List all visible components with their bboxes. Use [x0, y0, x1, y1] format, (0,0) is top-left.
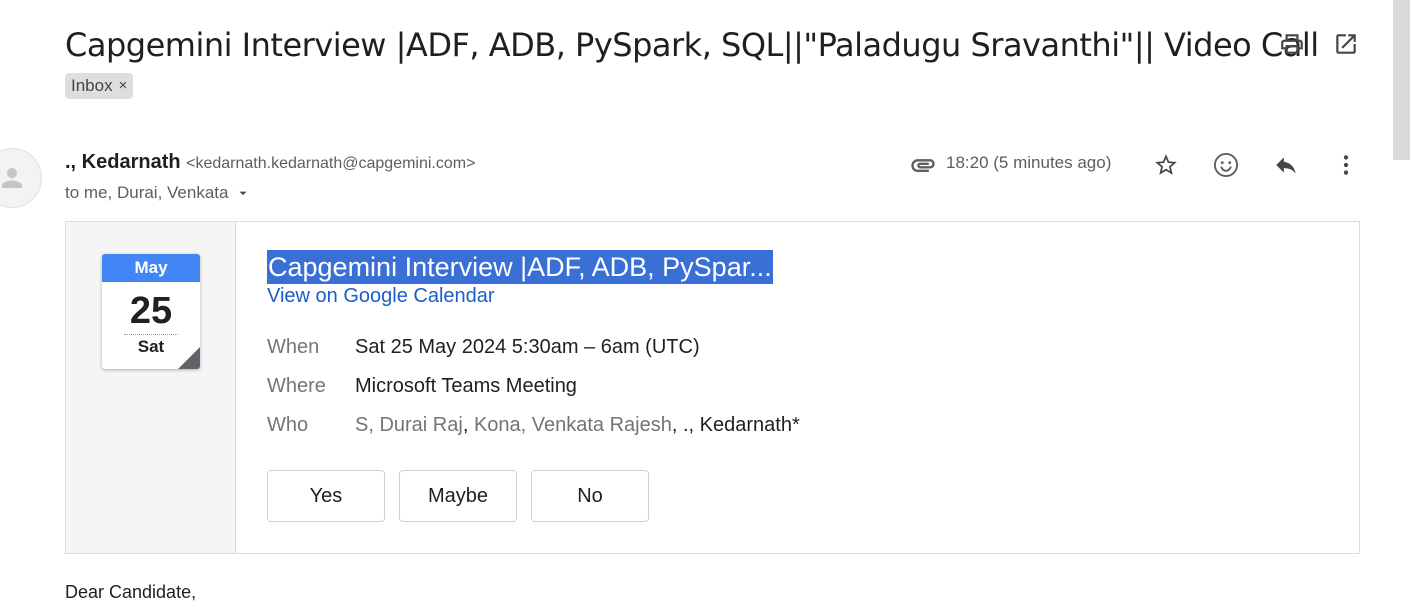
calendar-month: May — [102, 254, 200, 282]
calendar-day: 25 — [129, 290, 173, 332]
sender-name[interactable]: ., Kedarnath — [65, 151, 181, 173]
guest-separator: , — [671, 414, 683, 436]
organizer-name: ., Kedarnath* — [682, 414, 800, 436]
open-in-new-window-icon[interactable] — [1332, 30, 1360, 58]
event-when-row: When Sat 25 May 2024 5:30am – 6am (UTC) — [267, 336, 700, 359]
scrollbar-track[interactable] — [1410, 0, 1427, 613]
emoji-reaction-icon[interactable] — [1209, 148, 1243, 182]
email-subject: Capgemini Interview |ADF, ADB, PySpark, … — [65, 26, 1319, 64]
star-icon[interactable] — [1149, 148, 1183, 182]
gmail-email-view: Capgemini Interview |ADF, ADB, PySpark, … — [0, 0, 1427, 613]
paperclip-icon — [906, 148, 940, 182]
calendar-date-icon: May 25 Sat — [102, 254, 200, 369]
page-fold-corner — [178, 347, 200, 369]
rsvp-no-button[interactable]: No — [531, 470, 649, 522]
guest-name: S, Durai Raj — [355, 414, 463, 436]
label-chip-inbox[interactable]: Inbox × — [65, 73, 134, 99]
when-label: When — [267, 336, 320, 358]
where-label: Where — [267, 375, 326, 397]
sender-line: ., Kedarnath <kedarnath.kedarnath@capgem… — [65, 151, 475, 174]
sender-email: <kedarnath.kedarnath@capgemini.com> — [186, 155, 476, 172]
who-label: Who — [267, 414, 309, 436]
event-where-row: Where Microsoft Teams Meeting — [267, 375, 577, 398]
rsvp-yes-button[interactable]: Yes — [267, 470, 385, 522]
more-vert-icon[interactable] — [1329, 148, 1363, 182]
avatar[interactable] — [0, 148, 42, 208]
email-timestamp: 18:20 (5 minutes ago) — [946, 153, 1112, 172]
calendar-invite-card: May 25 Sat Capgemini Interview |ADF, ADB… — [65, 221, 1360, 554]
view-on-google-calendar-link[interactable]: View on Google Calendar — [267, 285, 495, 308]
scrollbar-thumb[interactable] — [1393, 0, 1410, 160]
print-icon[interactable] — [1278, 30, 1306, 58]
where-value: Microsoft Teams Meeting — [355, 375, 577, 397]
guest-name: Kona, Venkata Rajesh — [473, 414, 672, 436]
recipients-line: to me, Durai, Venkata — [65, 183, 250, 203]
label-chip-text: Inbox — [71, 76, 113, 95]
guest-separator: , — [462, 414, 474, 436]
event-title: Capgemini Interview |ADF, ADB, PySpar... — [267, 250, 773, 284]
when-value: Sat 25 May 2024 5:30am – 6am (UTC) — [355, 336, 700, 358]
person-icon — [2, 168, 22, 188]
reply-icon[interactable] — [1269, 148, 1303, 182]
chevron-down-icon[interactable] — [236, 186, 250, 200]
email-body-greeting: Dear Candidate, — [65, 582, 197, 602]
event-who-row: Who S, Durai Raj, Kona, Venkata Rajesh, .… — [267, 414, 800, 437]
recipients-text: to me, Durai, Venkata — [65, 183, 229, 202]
invite-date-panel: May 25 Sat — [66, 222, 236, 553]
remove-label-icon[interactable]: × — [119, 73, 128, 99]
rsvp-maybe-button[interactable]: Maybe — [399, 470, 517, 522]
